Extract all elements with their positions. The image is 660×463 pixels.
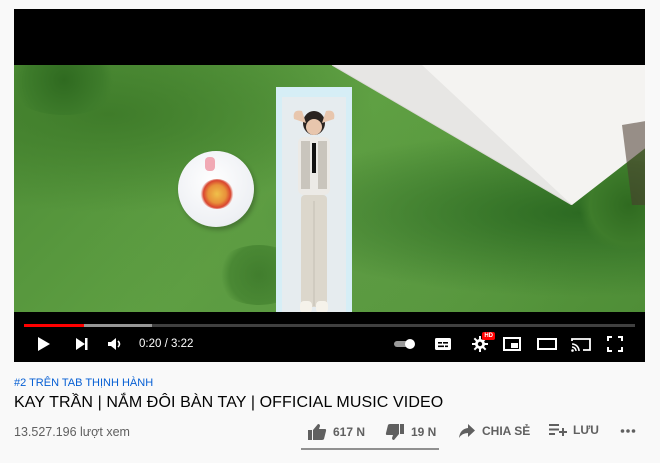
dislike-count: 19 N [411,425,437,439]
autoplay-toggle-icon [394,339,415,349]
video-title: KAY TRẦN | NẮM ĐÔI BÀN TAY | OFFICIAL MU… [14,394,444,411]
duration: 3:22 [171,338,194,350]
miniplayer-icon [503,337,521,351]
thumbs-up-icon [308,424,327,440]
time-separator: / [164,338,168,350]
sun-lounger [276,87,352,312]
trending-tag[interactable]: #2 TRÊN TAB THỊNH HÀNH [14,377,153,389]
share-icon [459,424,475,438]
settings-button[interactable]: HD [470,332,495,353]
drink-glass [205,157,215,171]
theater-icon [537,338,557,350]
view-count: 13.527.196 lượt xem [14,425,130,439]
progress-played [24,324,85,327]
cast-button[interactable] [570,335,592,353]
miniplayer-button[interactable] [502,335,522,353]
save-button[interactable]: LƯU [549,423,599,437]
share-button[interactable]: CHIA SẺ [458,423,530,439]
save-label: LƯU [573,423,599,437]
next-icon [76,338,88,350]
fullscreen-button[interactable] [605,335,625,353]
sentiment-bar [301,448,439,450]
share-label: CHIA SẺ [482,424,531,438]
subtitles-button[interactable] [432,335,454,353]
fruit-plate [200,179,234,209]
volume-button[interactable] [105,335,125,353]
progress-bar[interactable] [24,324,635,327]
more-horizontal-icon [620,429,636,433]
theater-button[interactable] [536,335,558,353]
umbrella [332,65,645,205]
dislike-button[interactable]: 19 N [385,423,436,441]
play-icon [38,337,50,351]
cast-icon [571,337,591,352]
time-display: 0:20 / 3:22 [139,337,193,351]
fullscreen-icon [607,336,623,352]
subtitles-icon [435,338,451,350]
hd-badge: HD [482,332,495,340]
side-table [178,151,254,227]
next-button[interactable] [72,335,92,353]
like-count: 617 N [333,425,366,439]
autoplay-toggle[interactable] [392,336,418,352]
more-actions-button[interactable] [620,423,636,439]
thumbs-down-icon [385,424,404,440]
video-player[interactable]: 0:20 / 3:22 HD [14,9,645,362]
playlist-add-icon [549,424,567,436]
like-button[interactable]: 617 N [307,423,365,441]
volume-icon [108,338,121,350]
play-button[interactable] [34,335,54,353]
bush-top-left [14,65,124,115]
current-time: 0:20 [139,338,162,350]
video-frame[interactable] [14,65,645,312]
person [293,110,335,312]
